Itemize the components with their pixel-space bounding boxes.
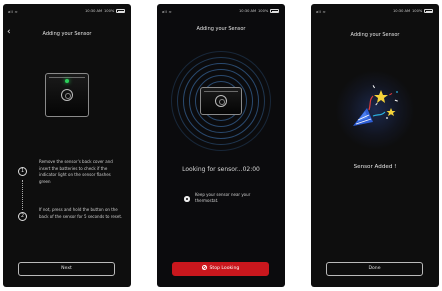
battery-icon — [424, 9, 433, 14]
step-1-text: Remove the sensor's back cover and inser… — [39, 159, 113, 184]
status-time: 10:30 AM — [393, 9, 411, 13]
status-time: 10:30 AM — [85, 9, 103, 13]
step-2-text: If not, press and hold the button on the… — [39, 207, 123, 219]
sensor-button-ring — [61, 89, 73, 101]
signal-icon: all ≈ — [8, 9, 18, 14]
battery-icon — [270, 9, 279, 14]
status-bar: all ≈ 10:30 AM 100% — [311, 7, 439, 15]
status-bar: all ≈ 10:30 AM 100% — [157, 7, 285, 15]
battery-percent: 100% — [412, 9, 423, 13]
stop-looking-button[interactable]: Stop Looking — [172, 262, 269, 276]
next-button[interactable]: Next — [18, 262, 115, 276]
sensor-device-image — [45, 73, 89, 117]
page-title: Adding your Sensor — [196, 26, 246, 32]
step-number-1: 1 — [18, 167, 27, 176]
page-title: Adding your Sensor — [350, 32, 400, 38]
info-icon — [184, 196, 190, 202]
sensor-added-message: Sensor Added ! — [353, 164, 397, 170]
status-time: 10:30 AM — [239, 9, 257, 13]
screen-sensor-added: all ≈ 10:30 AM 100% Adding your Sensor S… — [311, 4, 439, 287]
tip-text: Keep your sensor near your thermostat. — [195, 192, 251, 204]
sensor-device-image — [200, 87, 242, 115]
stop-looking-label: Stop Looking — [209, 266, 240, 271]
party-popper-icon — [353, 85, 398, 126]
sensor-button-ring — [215, 95, 227, 107]
indicator-light — [65, 79, 69, 83]
done-button[interactable]: Done — [326, 262, 423, 276]
screen-add-sensor-instructions: all ≈ 10:30 AM 100% ‹ Adding your Sensor… — [3, 4, 131, 287]
battery-icon — [116, 9, 125, 14]
step-number-2: 2 — [18, 212, 27, 221]
battery-percent: 100% — [258, 9, 269, 13]
screen-looking-for-sensor: all ≈ 10:30 AM 100% Adding your Sensor L… — [157, 4, 285, 287]
battery-percent: 100% — [104, 9, 115, 13]
step-connector — [22, 180, 24, 210]
signal-icon: all ≈ — [162, 9, 172, 14]
status-bar: all ≈ 10:30 AM 100% — [3, 7, 131, 15]
page-title: Adding your Sensor — [42, 31, 92, 37]
stop-icon — [201, 264, 207, 270]
signal-icon: all ≈ — [316, 9, 326, 14]
looking-status-text: Looking for sensor...02:00 — [182, 166, 260, 173]
